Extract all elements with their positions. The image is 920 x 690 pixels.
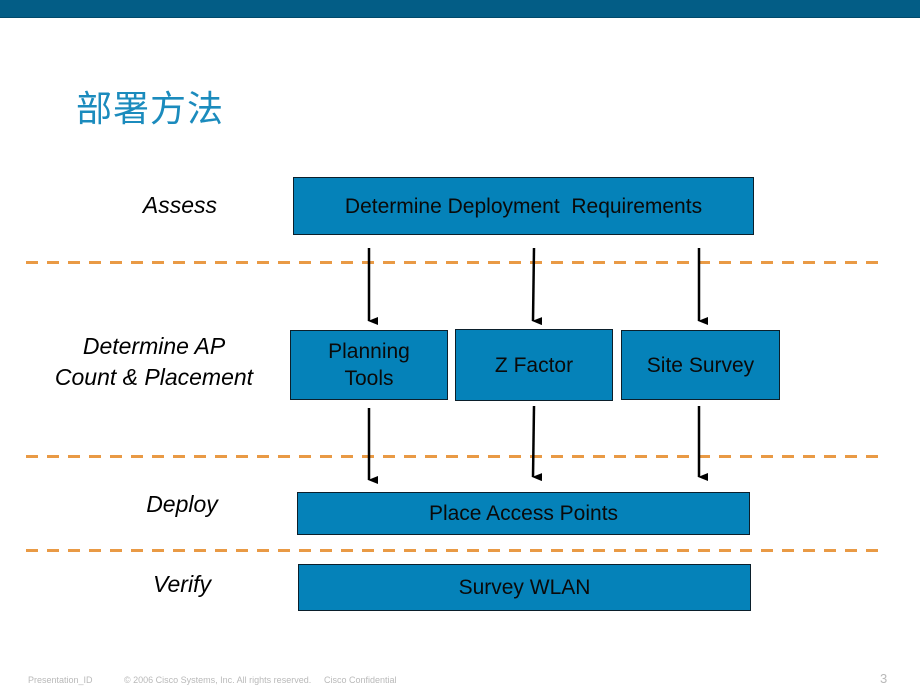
footer-confidential: Cisco Confidential xyxy=(324,675,397,685)
footer-presentation-id: Presentation_ID xyxy=(28,675,93,685)
footer-copyright: © 2006 Cisco Systems, Inc. All rights re… xyxy=(124,675,312,685)
arrow-from-z-factor xyxy=(531,405,543,482)
arrow-to-z-factor xyxy=(531,247,543,326)
page-number: 3 xyxy=(880,671,888,686)
flow-arrows xyxy=(367,247,708,484)
